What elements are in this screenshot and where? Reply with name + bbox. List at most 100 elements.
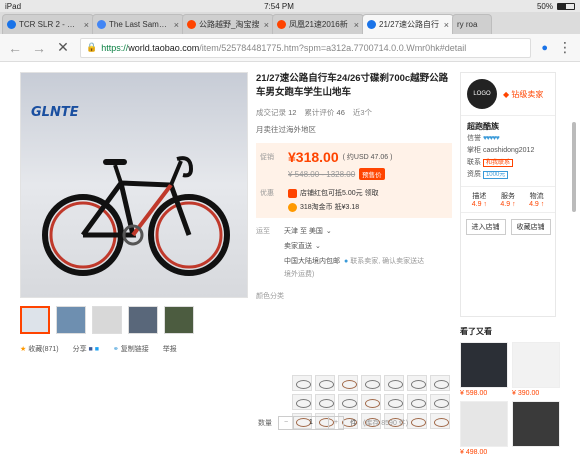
color-option[interactable]	[430, 413, 450, 429]
recommended-image[interactable]	[512, 401, 560, 447]
close-icon[interactable]: ×	[264, 20, 269, 30]
battery-percent: 50%	[536, 1, 553, 11]
sales-label: 成交记录	[256, 108, 286, 117]
ship-label: 运至	[256, 228, 270, 235]
url-path: /item/525784481775.htm?spm=a312a.7700714…	[199, 42, 467, 53]
main-product-image[interactable]: GLNTE	[20, 72, 248, 298]
tab-tcr[interactable]: TCR SLR 2 - 捷安 ×	[2, 14, 94, 34]
device-label: iPad	[5, 1, 22, 11]
copy-link-button[interactable]: ⚭ 复制链接	[113, 344, 149, 354]
save-shop-button[interactable]: 收藏店铺	[510, 219, 551, 235]
thumbnail[interactable]	[92, 306, 122, 334]
recommended-image[interactable]	[460, 401, 508, 447]
color-option[interactable]	[430, 375, 450, 391]
favorite-button[interactable]: ★ 收藏(871)	[20, 344, 59, 354]
taojinbi-text: 318淘金币 抵¥3.18	[300, 204, 360, 211]
sales-record[interactable]: 成交记录 12	[256, 107, 296, 118]
facebook-icon[interactable]: ■	[89, 346, 93, 353]
color-option[interactable]	[384, 394, 404, 410]
menu-icon[interactable]: ⋮	[558, 39, 572, 56]
recommended-item[interactable]	[512, 401, 560, 456]
quantity-stepper[interactable]: − 1 +	[278, 416, 344, 430]
product-info: 21/27速公路自行车24/26寸碟刹700c越野公路车男女跑车学生山地车 成交…	[256, 72, 452, 301]
back-icon[interactable]: ←	[8, 40, 22, 56]
reviews-label: 累计评价	[304, 108, 335, 117]
ship-method[interactable]: 卖家直送	[284, 241, 312, 251]
seller-name[interactable]: 超跑酷族	[467, 121, 549, 133]
tab-fenghuang[interactable]: 凤凰21速2016新 ×	[272, 14, 364, 34]
recommended-item[interactable]: ¥ 390.00	[512, 342, 560, 397]
share-label: 分享	[72, 346, 87, 353]
url-scheme: https://	[101, 42, 129, 53]
star-icon: ★	[20, 346, 27, 353]
status-right: 50%	[537, 2, 575, 11]
ship-to-selector[interactable]: 天津 至 美国	[284, 226, 323, 236]
tab-current[interactable]: 21/27速公路自行 ×	[362, 14, 454, 34]
mic-icon[interactable]: ●	[541, 42, 548, 54]
color-option[interactable]	[430, 394, 450, 410]
thumbnail[interactable]	[56, 306, 86, 334]
reviews-record[interactable]: 累计评价 46	[304, 107, 344, 118]
color-option[interactable]	[292, 375, 312, 391]
bike-illustration	[42, 156, 230, 276]
recommended-image[interactable]	[460, 342, 508, 388]
thumbnail[interactable]	[164, 306, 194, 334]
url-field[interactable]: 🔒 https://world.taobao.com/item/52578448…	[80, 37, 532, 58]
chat-badge[interactable]: 和我联系	[482, 159, 513, 167]
status-bar: iPad 7:54 PM 50%	[0, 0, 580, 12]
recommended-image[interactable]	[512, 342, 560, 388]
taobao-icon	[277, 20, 286, 29]
close-icon[interactable]: ×	[354, 20, 359, 30]
presale-tag: 预售价	[359, 168, 385, 180]
coupon-text: 店铺红包可抵5.00元 领取	[300, 190, 379, 197]
copy-link-label: 复制链接	[120, 346, 149, 353]
tab-taobao-search[interactable]: 公路越野_淘宝搜 ×	[182, 14, 274, 34]
twitter-icon[interactable]: ■	[95, 346, 99, 353]
shop-coupon[interactable]: 店铺红包可抵5.00元 领取	[288, 188, 379, 198]
increment-button[interactable]: +	[329, 417, 343, 429]
tab-overflow[interactable]: ry roa	[452, 14, 492, 34]
enter-shop-button[interactable]: 进入店铺	[465, 219, 506, 235]
color-option[interactable]	[361, 394, 381, 410]
color-option[interactable]	[384, 375, 404, 391]
stop-icon[interactable]: ✕	[56, 39, 70, 56]
tab-last-samurai[interactable]: The Last Samurai ×	[92, 14, 184, 34]
seller-card: LOGO ◆ 钻级卖家 超跑酷族 信誉 ♥♥♥♥♥ 掌柜 caoshidong2…	[460, 72, 556, 317]
score-label: 服务	[500, 193, 515, 200]
color-option[interactable]	[315, 394, 335, 410]
share-button[interactable]: 分享 ■ ■	[73, 344, 99, 354]
decrement-button[interactable]: −	[279, 417, 293, 429]
price-label: 促销	[260, 154, 274, 161]
color-option[interactable]	[292, 394, 312, 410]
close-icon[interactable]: ×	[84, 20, 89, 30]
thumbnail[interactable]	[20, 306, 50, 334]
color-option[interactable]	[338, 394, 358, 410]
delivery-section: 运至 天津 至 美国 ⌄ 卖家直送 ⌄ 中国大陆境内包邮 ● 联系卖家, 确认卖家送…	[256, 226, 452, 301]
seller-contact: caoshidong2012	[482, 147, 535, 154]
recommended-item[interactable]: ¥ 598.00	[460, 342, 508, 397]
color-option[interactable]	[361, 375, 381, 391]
forward-icon[interactable]: →	[32, 40, 46, 56]
product-stats: 成交记录 12 累计评价 46 近3个	[256, 107, 452, 118]
page-scrollbar[interactable]	[572, 122, 576, 212]
thumbnail[interactable]	[128, 306, 158, 334]
page-content: GLNTE ★ 收藏(871) 分享 ■ ■ ⚭ 复制链接 举报 21/27速公…	[0, 62, 580, 456]
color-option[interactable]	[407, 375, 427, 391]
score-label: 物流	[529, 193, 544, 200]
shop-logo[interactable]: LOGO	[467, 79, 497, 109]
deposit-badge: 1000元	[482, 171, 509, 179]
taobao-icon	[187, 20, 196, 29]
color-option[interactable]	[407, 413, 427, 429]
contact-label: 掌柜	[467, 147, 481, 154]
contact2-label: 联系	[467, 159, 481, 166]
credit-label: 信誉	[467, 135, 481, 142]
close-icon[interactable]: ×	[444, 20, 449, 30]
recommended-item[interactable]: ¥ 498.00	[460, 401, 508, 456]
color-option[interactable]	[407, 394, 427, 410]
report-button[interactable]: 举报	[163, 344, 177, 354]
battery-icon	[556, 2, 575, 10]
quantity-value[interactable]: 1	[293, 417, 329, 429]
close-icon[interactable]: ×	[174, 20, 179, 30]
color-option[interactable]	[315, 375, 335, 391]
color-option[interactable]	[338, 375, 358, 391]
